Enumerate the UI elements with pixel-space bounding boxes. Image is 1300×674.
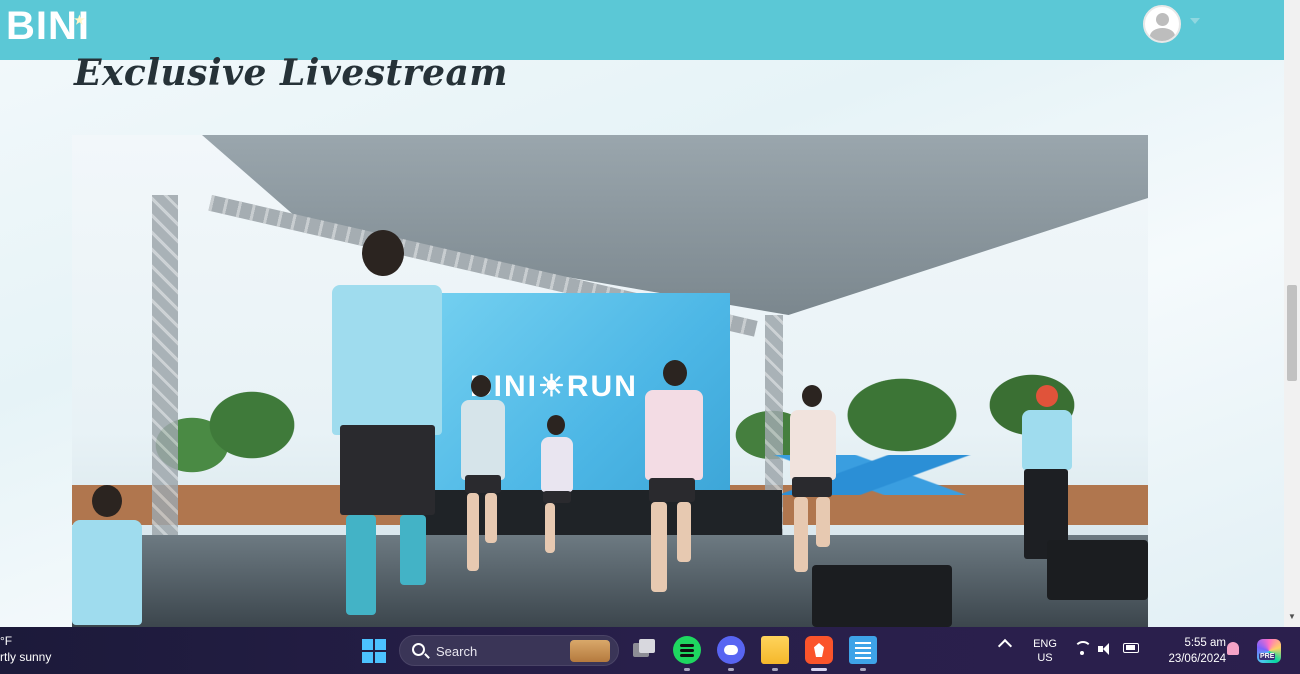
wifi-icon[interactable] xyxy=(1074,641,1092,657)
chevron-up-icon[interactable] xyxy=(997,638,1013,654)
runner-2 xyxy=(457,375,507,575)
spotify-running-indicator xyxy=(684,668,690,671)
runner-lead xyxy=(312,230,442,620)
runner-5 xyxy=(782,385,842,575)
spotify-icon[interactable] xyxy=(673,636,701,664)
site-header: BINI ★ xyxy=(0,0,1284,60)
brave-icon[interactable] xyxy=(805,636,833,664)
runner-4 xyxy=(637,360,707,600)
windows-taskbar: °F rtly sunny Search ENG US 5:55 am 23/0… xyxy=(0,627,1300,674)
taskbar-search[interactable]: Search xyxy=(399,635,619,666)
page-scrollbar[interactable]: ▼ xyxy=(1284,0,1300,627)
search-highlight-image xyxy=(570,640,610,662)
user-avatar[interactable] xyxy=(1143,5,1181,43)
language-indicator[interactable]: ENG US xyxy=(1030,637,1060,665)
clock-time: 5:55 am xyxy=(1184,637,1226,649)
scrollbar-thumb[interactable] xyxy=(1287,285,1297,381)
page-title: Exclusive Livestream xyxy=(74,52,508,94)
speaker-right xyxy=(1047,540,1148,600)
livestream-video[interactable]: BINI☀RUN xyxy=(72,135,1148,627)
runner-3 xyxy=(537,415,577,555)
discord-icon[interactable] xyxy=(717,636,745,664)
bini-logo[interactable]: BINI ★ xyxy=(6,4,90,48)
weather-widget[interactable]: °F rtly sunny xyxy=(0,633,51,665)
notepad-running-indicator xyxy=(860,668,866,671)
notepad-icon[interactable] xyxy=(849,636,877,664)
start-icon[interactable] xyxy=(362,639,386,663)
explorer-running-indicator xyxy=(772,668,778,671)
battery-icon[interactable] xyxy=(1123,643,1139,653)
avatar-head xyxy=(1156,13,1169,26)
task-view-icon[interactable] xyxy=(630,636,658,664)
search-icon xyxy=(412,643,425,656)
stage-floor xyxy=(72,535,1148,627)
runner-coach xyxy=(1012,385,1082,565)
logo-star-icon: ★ xyxy=(74,13,86,27)
weather-condition: rtly sunny xyxy=(0,650,52,664)
avatar-body xyxy=(1150,28,1175,41)
file-explorer-icon[interactable] xyxy=(761,636,789,664)
weather-temp: °F xyxy=(0,634,13,648)
blue-tents xyxy=(722,455,1022,495)
brave-active-indicator xyxy=(811,668,827,671)
system-clock[interactable]: 5:55 am 23/06/2024 xyxy=(1150,635,1226,667)
clock-date: 23/06/2024 xyxy=(1168,653,1226,665)
spectator-left xyxy=(72,485,182,627)
speaker-left xyxy=(812,565,952,627)
volume-icon[interactable] xyxy=(1098,642,1112,656)
language-code: ENG xyxy=(1033,638,1057,650)
chevron-down-icon[interactable] xyxy=(1190,18,1200,24)
discord-running-indicator xyxy=(728,668,734,671)
search-label: Search xyxy=(436,644,478,659)
language-region: US xyxy=(1037,652,1053,664)
copilot-badge: PRE xyxy=(1259,653,1276,660)
copilot-icon[interactable]: PRE xyxy=(1257,639,1281,663)
bell-icon[interactable] xyxy=(1227,642,1239,655)
scroll-down-arrow-icon[interactable]: ▼ xyxy=(1288,612,1296,621)
